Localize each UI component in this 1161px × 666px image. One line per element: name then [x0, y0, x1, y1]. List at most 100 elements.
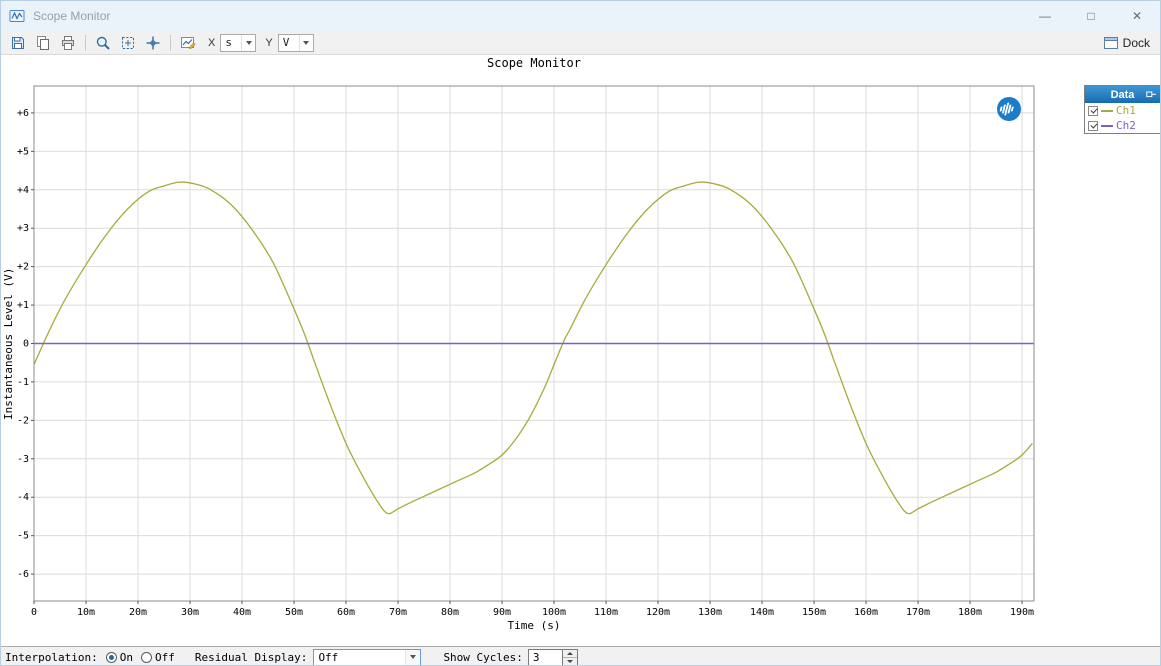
- scope-plot[interactable]: 0 10m 20m 30m 40m 50m 60m 70m 80m 90m 100m 110m 120m…: [1, 55, 1161, 646]
- x-tick-label: 90m: [493, 607, 511, 618]
- residual-display-select[interactable]: Off: [313, 648, 422, 665]
- x-axis-title: Time (s): [507, 619, 561, 632]
- toolbar: X s Y V Dock: [1, 31, 1160, 55]
- legend-checkbox-ch1[interactable]: [1088, 105, 1098, 116]
- bottom-control-bar: Interpolation: On Off Residual Display: …: [1, 646, 1160, 665]
- x-tick-label: 30m: [181, 607, 199, 618]
- legend-header[interactable]: Data: [1085, 86, 1160, 103]
- interpolation-label: Interpolation:: [5, 650, 98, 664]
- show-cycles-spinner: 3: [527, 648, 578, 665]
- y-tick-label: -4: [17, 492, 29, 503]
- show-cycles-label: Show Cycles:: [443, 650, 523, 664]
- y-unit-combobox[interactable]: V: [277, 33, 314, 52]
- x-unit-combobox[interactable]: s: [220, 33, 257, 52]
- maximize-button[interactable]: □: [1068, 1, 1114, 31]
- radio-icon: [105, 651, 117, 663]
- show-cycles-input[interactable]: 3: [527, 648, 562, 665]
- y-tick-label: -2: [17, 415, 29, 426]
- y-tick-label: +2: [17, 262, 29, 273]
- legend-line-sample-ch1: [1101, 109, 1113, 112]
- y-tick-label: -5: [17, 531, 29, 542]
- x-tick-label: 110m: [594, 607, 618, 618]
- x-tick-label: 60m: [337, 607, 355, 618]
- maximize-icon: □: [1087, 9, 1095, 23]
- save-icon: [12, 36, 24, 49]
- chart-area: Scope Monitor 0 10m 20m 30m 40m 50m 60m 70m 80m 9…: [1, 55, 1161, 646]
- spin-down-button[interactable]: [563, 658, 577, 665]
- save-button[interactable]: [7, 33, 29, 53]
- y-tick-label: +4: [17, 185, 29, 196]
- x-tick-label: 160m: [854, 607, 878, 618]
- x-tick-label: 100m: [542, 607, 566, 618]
- x-tick-label: 120m: [646, 607, 670, 618]
- y-tick-label: -3: [17, 454, 29, 465]
- fit-to-window-button[interactable]: [117, 33, 139, 53]
- chevron-down-icon: [241, 34, 255, 51]
- y-tick-label: +6: [17, 108, 29, 119]
- y-tick-label: 0: [23, 339, 29, 350]
- close-button[interactable]: ✕: [1114, 1, 1160, 31]
- print-button[interactable]: [57, 33, 79, 53]
- window-titlebar: Scope Monitor — □ ✕: [1, 1, 1160, 31]
- caret-up-icon: [566, 651, 573, 655]
- fit-extents-icon: [122, 36, 134, 49]
- copy-button[interactable]: [32, 33, 54, 53]
- legend-checkbox-ch2[interactable]: [1088, 120, 1098, 131]
- chevron-down-icon: [298, 34, 313, 51]
- dock-label: Dock: [1122, 35, 1150, 50]
- y-tick-label: +3: [17, 223, 29, 234]
- interpolation-on-label: On: [119, 650, 133, 664]
- close-icon: ✕: [1131, 9, 1143, 23]
- auto-hide-pin-icon[interactable]: [1146, 90, 1157, 99]
- x-axis-unit-label: X: [208, 36, 216, 49]
- legend-item-ch2: Ch2: [1085, 118, 1160, 133]
- app-icon: [9, 8, 25, 24]
- y-unit-value: V: [282, 36, 290, 49]
- x-tick-label: 170m: [906, 607, 930, 618]
- legend-item-ch1: Ch1: [1085, 103, 1160, 118]
- interpolation-off-radio[interactable]: Off: [140, 650, 175, 664]
- x-unit-value: s: [225, 36, 232, 49]
- residual-display-label: Residual Display:: [194, 650, 308, 664]
- dock-button[interactable]: Dock: [1103, 36, 1150, 50]
- interpolation-off-label: Off: [154, 650, 175, 664]
- y-axis-title: Instantaneous Level (V): [2, 267, 15, 420]
- x-tick-label: 130m: [698, 607, 722, 618]
- spinner-buttons: [561, 648, 578, 665]
- print-icon: [62, 35, 74, 50]
- y-axis-unit-label: Y: [265, 36, 273, 49]
- x-tick-label: 180m: [958, 607, 982, 618]
- legend-line-sample-ch2: [1101, 124, 1113, 127]
- x-tick-label: 140m: [750, 607, 774, 618]
- copy-icon: [37, 35, 49, 50]
- minimize-button[interactable]: —: [1022, 1, 1068, 31]
- y-tick-label: -1: [17, 377, 29, 388]
- x-tick-label: 50m: [285, 607, 303, 618]
- y-tick-label: +5: [17, 146, 29, 157]
- x-tick-label: 20m: [129, 607, 147, 618]
- x-tick-label: 0: [31, 607, 37, 618]
- radio-icon: [140, 651, 152, 663]
- magnifier-icon: [96, 36, 110, 50]
- x-tick-label: 10m: [77, 607, 95, 618]
- window-controls: — □ ✕: [1022, 1, 1160, 31]
- chevron-down-icon: [405, 649, 421, 665]
- minimize-icon: —: [1039, 9, 1051, 23]
- interpolation-on-radio[interactable]: On: [105, 650, 133, 664]
- brand-logo-icon: [997, 97, 1021, 121]
- x-tick-label: 70m: [389, 607, 407, 618]
- cursor-button[interactable]: [142, 33, 164, 53]
- spin-up-button[interactable]: [562, 650, 577, 658]
- y-tick-label: -6: [17, 569, 29, 580]
- graph-properties-button[interactable]: [177, 33, 199, 53]
- scope-monitor-window: Scope Monitor — □ ✕ X s Y V Dock Scope M…: [0, 0, 1161, 666]
- toolbar-separator: [170, 34, 171, 51]
- x-tick-label: 190m: [1010, 607, 1034, 618]
- graph-properties-icon: [181, 36, 196, 49]
- data-legend-panel: Data Ch1 Ch2: [1084, 85, 1160, 134]
- caret-down-icon: [566, 659, 573, 663]
- zoom-button[interactable]: [92, 33, 114, 53]
- x-tick-label: 150m: [802, 607, 826, 618]
- dock-icon: [1103, 36, 1118, 49]
- toolbar-separator: [85, 34, 86, 51]
